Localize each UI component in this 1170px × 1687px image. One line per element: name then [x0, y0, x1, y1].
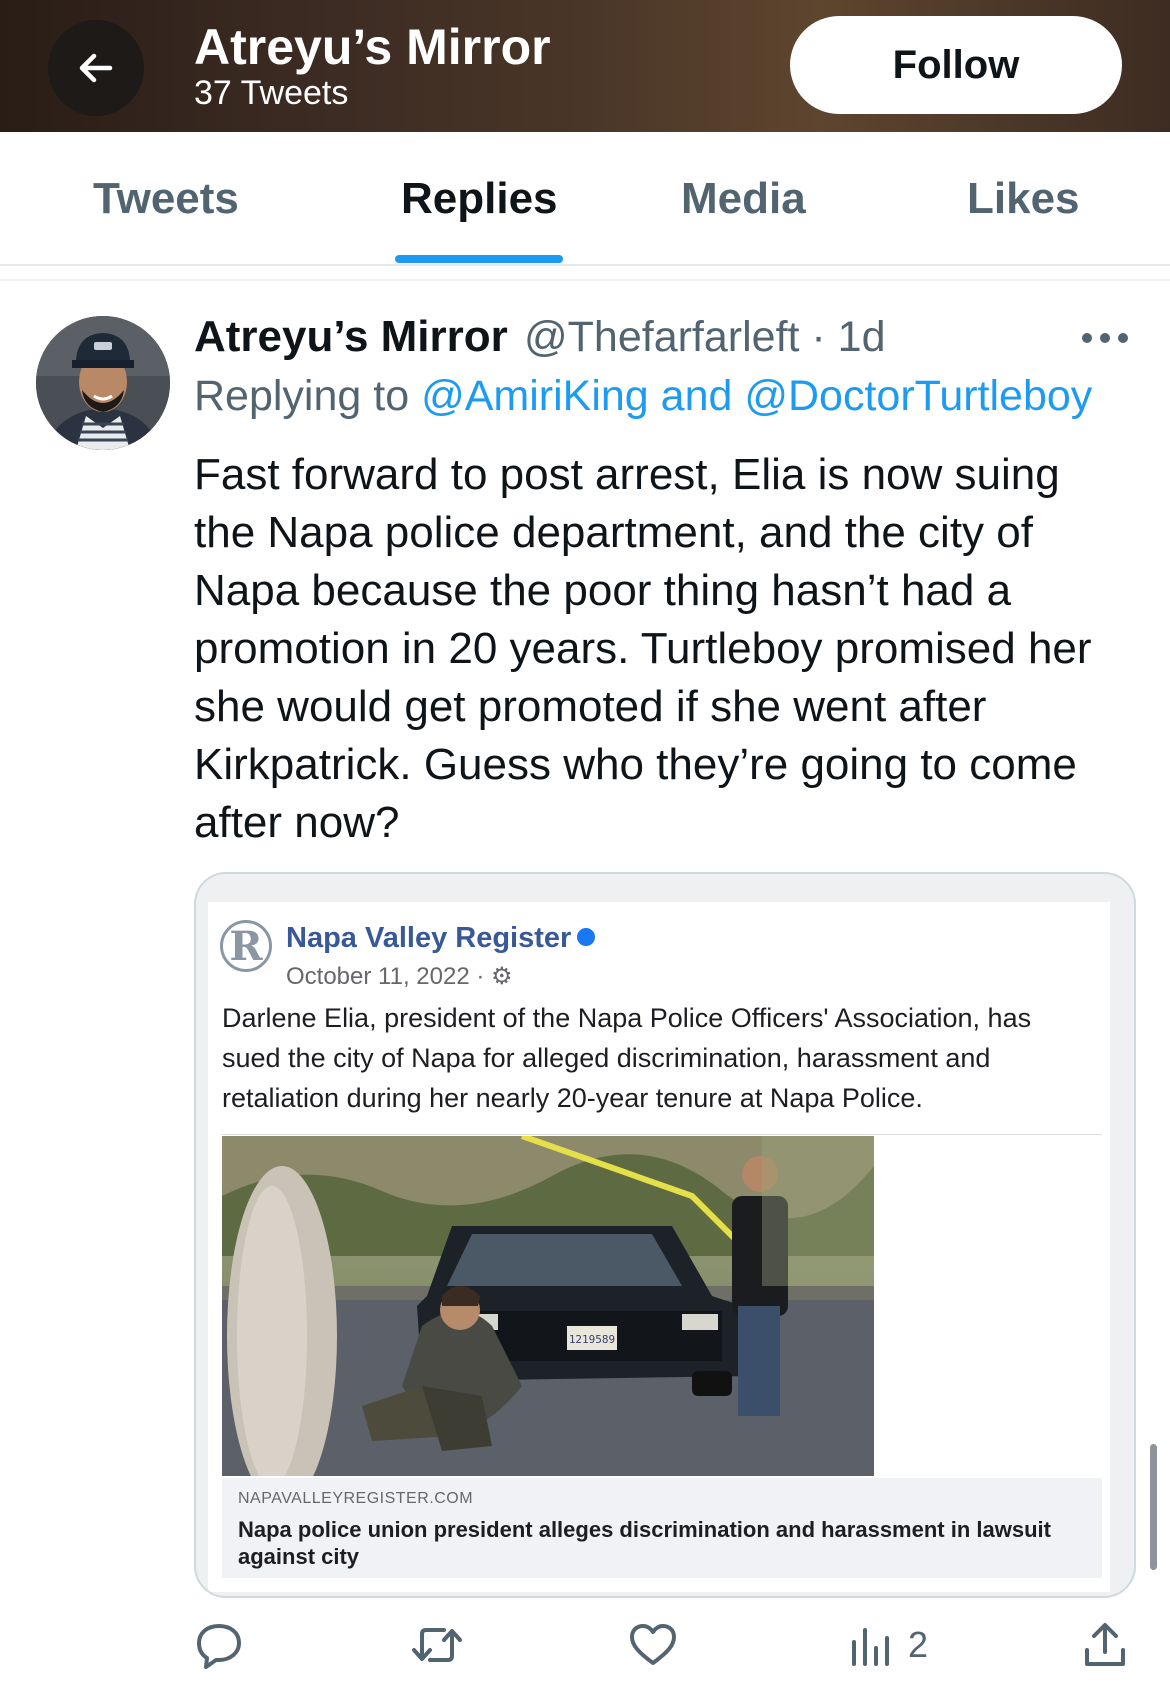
verified-icon: [577, 928, 596, 947]
news-photo: 1219589: [222, 1136, 874, 1476]
tweet-media[interactable]: R Napa Valley Register October 11, 2022 …: [194, 872, 1136, 1598]
dot: [1100, 333, 1110, 343]
profile-title: Atreyu’s Mirror: [194, 19, 551, 75]
more-options-icon[interactable]: [1082, 318, 1128, 358]
tab-likes[interactable]: Likes: [967, 174, 1080, 224]
heart-icon: [630, 1624, 676, 1665]
dot: [1082, 333, 1092, 343]
back-button[interactable]: [48, 20, 144, 116]
retweet-button[interactable]: [410, 1610, 464, 1680]
views-count: 2: [908, 1624, 929, 1665]
views-button[interactable]: 2: [848, 1610, 928, 1680]
post-date: October 11, 2022 · ⚙: [286, 963, 513, 990]
dot: [1118, 333, 1128, 343]
tweet-text: Fast forward to post arrest, Elia is now…: [194, 450, 1092, 847]
register-logo-icon: R: [220, 920, 272, 972]
replying-to-links[interactable]: @AmiriKing and @DoctorTurtleboy: [421, 372, 1092, 420]
tab-media[interactable]: Media: [681, 174, 806, 224]
active-tab-indicator: [395, 255, 563, 263]
link-preview[interactable]: NAPAVALLEYREGISTER.COM Napa police union…: [222, 1478, 1102, 1578]
share-button[interactable]: [1082, 1610, 1128, 1680]
reply-button[interactable]: [194, 1610, 244, 1680]
follow-button[interactable]: Follow: [790, 16, 1122, 114]
tweet-count: 37 Tweets: [194, 74, 349, 112]
link-domain: NAPAVALLEYREGISTER.COM: [238, 1490, 474, 1507]
link-title: Napa police union president alleges disc…: [238, 1517, 1051, 1569]
divider: [222, 1134, 1102, 1135]
police-scene-image: 1219589: [222, 1136, 874, 1476]
page-name: Napa Valley Register: [286, 922, 596, 955]
avatar-photo: [36, 316, 170, 450]
license-plate: 1219589: [569, 1333, 615, 1346]
profile-header: Atreyu’s Mirror 37 Tweets Follow: [0, 0, 1170, 132]
profile-tabs: Tweets Replies Media Likes: [0, 132, 1170, 266]
author-handle-time[interactable]: @Thefarfarleft · 1d: [524, 313, 886, 362]
tweet-actions: 2: [0, 1610, 1170, 1680]
author-name[interactable]: Atreyu’s Mirror: [194, 312, 508, 362]
page-name-text: Napa Valley Register: [286, 922, 572, 954]
tab-tweets[interactable]: Tweets: [93, 174, 239, 224]
facebook-post-screenshot: R Napa Valley Register October 11, 2022 …: [208, 902, 1110, 1592]
share-icon: [1085, 1623, 1125, 1666]
replying-to: Replying to @AmiriKing and @DoctorTurtle…: [194, 372, 1092, 421]
replying-prefix: Replying to: [194, 372, 422, 420]
like-button[interactable]: [628, 1610, 678, 1680]
back-arrow-icon: [79, 53, 113, 83]
views-icon: [852, 1628, 889, 1666]
divider: [0, 279, 1170, 281]
post-text: Darlene Elia, president of the Napa Poli…: [222, 1003, 1032, 1113]
retweet-icon: [412, 1628, 462, 1662]
avatar[interactable]: [36, 316, 170, 450]
reply-icon: [197, 1624, 241, 1669]
scrollbar[interactable]: [1150, 1444, 1157, 1570]
tab-replies[interactable]: Replies: [401, 174, 558, 224]
